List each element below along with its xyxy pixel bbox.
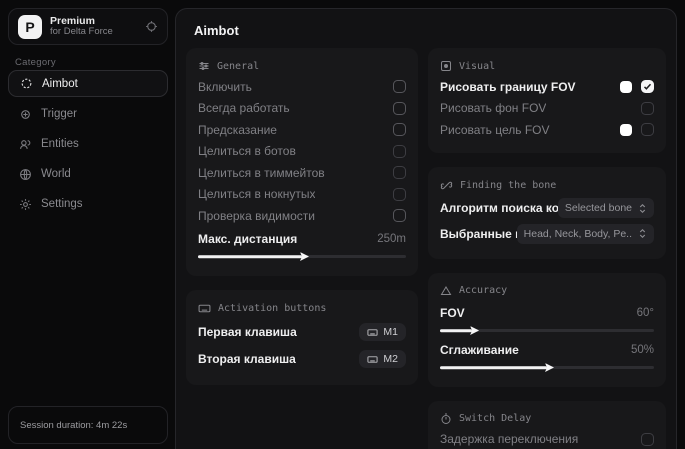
panel-activation-buttons: Activation buttons Первая клавиша M1 Вто… bbox=[186, 290, 418, 385]
crosshair-icon bbox=[20, 77, 33, 90]
checkbox-draw-fov-background[interactable] bbox=[641, 102, 654, 115]
sidebar-item-entities[interactable]: Entities bbox=[8, 131, 168, 157]
setting-row-second-key: Вторая клавиша M2 bbox=[198, 346, 406, 373]
setting-row-prediction: Предсказание bbox=[198, 119, 406, 141]
sidebar-item-trigger[interactable]: Trigger bbox=[8, 101, 168, 127]
sidebar-item-label: World bbox=[41, 168, 71, 180]
gear-icon[interactable] bbox=[145, 20, 158, 33]
setting-row-bone-algorithm: Алгоритм поиска кост Selected bone bbox=[440, 196, 654, 222]
settings-icon bbox=[19, 198, 32, 211]
bone-icon bbox=[440, 179, 453, 192]
setting-row-draw-fov-target: Рисовать цель FOV bbox=[440, 119, 654, 141]
panel-general: General Включить Всегда работать Предска… bbox=[186, 48, 418, 276]
sidebar-item-label: Entities bbox=[41, 138, 79, 150]
world-icon bbox=[19, 168, 32, 181]
max-distance-slider[interactable] bbox=[198, 250, 406, 264]
setting-row-always-work: Всегда работать bbox=[198, 98, 406, 120]
sidebar-item-settings[interactable]: Settings bbox=[8, 191, 168, 217]
triangle-icon bbox=[440, 285, 452, 297]
keyboard-icon bbox=[198, 302, 211, 315]
max-distance-value: 250m bbox=[377, 233, 406, 245]
setting-row-first-key: Первая клавиша M1 bbox=[198, 319, 406, 346]
sidebar-nav: Aimbot Trigger Entities World Settings bbox=[8, 70, 168, 221]
fov-slider[interactable] bbox=[440, 324, 654, 338]
selected-bones-select[interactable]: Head, Neck, Body, Pe.. bbox=[517, 224, 654, 244]
setting-row-visibility-check: Проверка видимости bbox=[198, 205, 406, 227]
checkbox-target-knocked[interactable] bbox=[393, 188, 406, 201]
setting-row-max-distance: Макс. дистанция 250m bbox=[198, 229, 406, 249]
sidebar-item-aimbot[interactable]: Aimbot bbox=[8, 70, 168, 97]
setting-row-target-knocked: Целиться в нокнутых bbox=[198, 184, 406, 206]
keyboard-icon bbox=[367, 354, 378, 365]
chevron-up-down-icon bbox=[638, 228, 647, 239]
panel-title: Accuracy bbox=[459, 285, 507, 296]
setting-row-smoothing: Сглаживание 50% bbox=[440, 340, 654, 360]
sidebar-item-label: Aimbot bbox=[42, 78, 78, 90]
brand-subtitle: for Delta Force bbox=[50, 27, 137, 38]
checkbox-draw-fov-target[interactable] bbox=[641, 123, 654, 136]
setting-row-enable: Включить bbox=[198, 76, 406, 98]
smoothing-slider[interactable] bbox=[440, 361, 654, 375]
panel-visual: Visual Рисовать границу FOV Рисовать фон… bbox=[428, 48, 666, 153]
sidebar-item-world[interactable]: World bbox=[8, 161, 168, 187]
keybind-button-m2[interactable]: M2 bbox=[359, 350, 406, 368]
category-label: Category bbox=[15, 57, 56, 68]
keyboard-icon bbox=[367, 327, 378, 338]
panel-switch-delay: Switch Delay Задержка переключения Задер… bbox=[428, 401, 666, 449]
setting-row-target-teammates: Целиться в тиммейтов bbox=[198, 162, 406, 184]
panel-finding-the-bone: Finding the bone Алгоритм поиска кост Se… bbox=[428, 167, 666, 259]
main-panel: Aimbot General Включить Всегда работать bbox=[175, 8, 677, 449]
smoothing-value: 50% bbox=[631, 344, 654, 356]
checkbox-switch-delay[interactable] bbox=[641, 433, 654, 446]
checkbox-target-bots[interactable] bbox=[393, 145, 406, 158]
checkbox-enable[interactable] bbox=[393, 80, 406, 93]
checkbox-prediction[interactable] bbox=[393, 123, 406, 136]
color-swatch[interactable] bbox=[620, 124, 632, 136]
trigger-icon bbox=[19, 108, 32, 121]
timer-icon bbox=[440, 413, 452, 425]
panel-title: Switch Delay bbox=[459, 413, 531, 424]
checkbox-draw-fov-border[interactable] bbox=[641, 80, 654, 93]
fov-value: 60° bbox=[637, 307, 654, 319]
checkbox-target-teammates[interactable] bbox=[393, 166, 406, 179]
panel-title: Activation buttons bbox=[218, 303, 326, 314]
panel-title: Finding the bone bbox=[460, 180, 556, 191]
setting-row-draw-fov-background: Рисовать фон FOV bbox=[440, 98, 654, 120]
setting-row-draw-fov-border: Рисовать границу FOV bbox=[440, 76, 654, 98]
page-title: Aimbot bbox=[176, 9, 676, 48]
entities-icon bbox=[19, 138, 32, 151]
setting-row-selected-bones: Выбранные кос Head, Neck, Body, Pe.. bbox=[440, 221, 654, 247]
panel-title: Visual bbox=[459, 61, 495, 72]
color-swatch[interactable] bbox=[620, 81, 632, 93]
sidebar-item-label: Settings bbox=[41, 198, 83, 210]
keybind-button-m1[interactable]: M1 bbox=[359, 323, 406, 341]
sliders-icon bbox=[198, 60, 210, 72]
panel-title: General bbox=[217, 61, 259, 72]
checkbox-visibility-check[interactable] bbox=[393, 209, 406, 222]
sidebar-item-label: Trigger bbox=[41, 108, 77, 120]
brand-card: P Premium for Delta Force bbox=[8, 8, 168, 45]
panel-accuracy: Accuracy FOV 60° Сглаживание 50% bbox=[428, 273, 666, 387]
visual-icon bbox=[440, 60, 452, 72]
setting-row-target-bots: Целиться в ботов bbox=[198, 141, 406, 163]
bone-algorithm-select[interactable]: Selected bone bbox=[558, 198, 654, 218]
setting-row-fov: FOV 60° bbox=[440, 303, 654, 323]
setting-row-switch-delay-toggle: Задержка переключения bbox=[440, 429, 654, 449]
checkbox-always-work[interactable] bbox=[393, 102, 406, 115]
sidebar: P Premium for Delta Force Category Aimbo… bbox=[0, 0, 175, 449]
chevron-up-down-icon bbox=[638, 203, 647, 214]
session-duration: Session duration: 4m 22s bbox=[8, 406, 168, 444]
brand-logo: P bbox=[18, 15, 42, 39]
